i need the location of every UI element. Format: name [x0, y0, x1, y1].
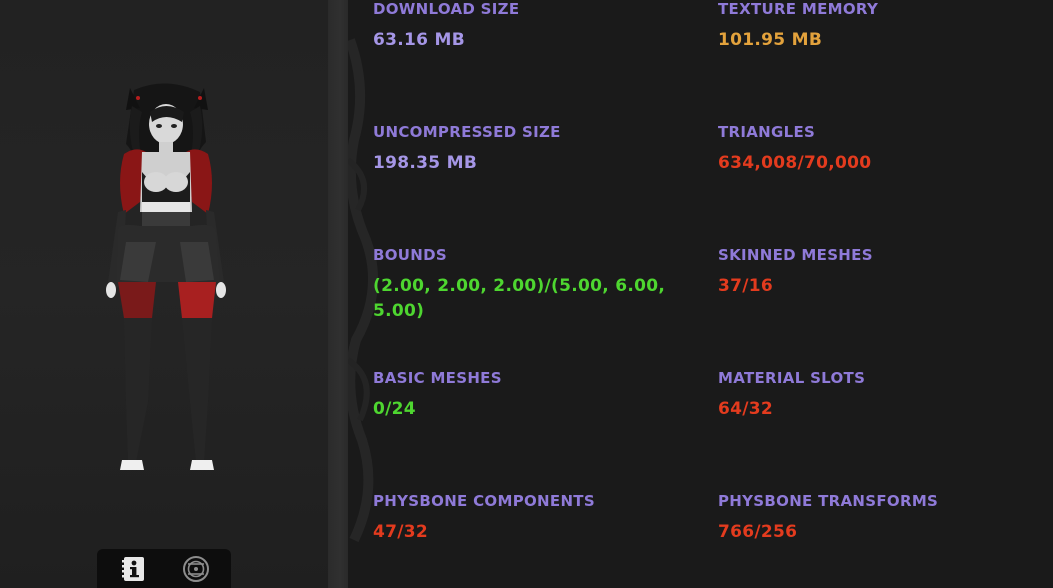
info-icon [122, 557, 144, 581]
stat-label: PHYSBONE TRANSFORMS [718, 492, 939, 510]
stat-physbone-transforms: PHYSBONE TRANSFORMS 766/256 [718, 492, 1018, 545]
stat-skinned-meshes: SKINNED MESHES 37/16 [718, 246, 1018, 299]
stat-value: 64/32 [718, 399, 774, 419]
stat-value: 634,008/70,000 [718, 153, 872, 173]
avatar-stats-icon [183, 556, 209, 582]
stat-download-size: DOWNLOAD SIZE 63.16 MB [373, 0, 673, 53]
stat-label: MATERIAL SLOTS [718, 369, 866, 387]
stat-value: 198.35 MB [373, 153, 478, 173]
stat-label: PHYSBONE COMPONENTS [373, 492, 595, 510]
stat-label: BASIC MESHES [373, 369, 502, 387]
stat-label: UNCOMPRESSED SIZE [373, 123, 561, 141]
stat-label: SKINNED MESHES [718, 246, 873, 264]
stat-texture-memory: TEXTURE MEMORY 101.95 MB [718, 0, 1018, 53]
stat-uncompressed-size: UNCOMPRESSED SIZE 198.35 MB [373, 123, 673, 176]
stat-value: 47/32 [373, 522, 429, 542]
stat-triangles: TRIANGLES 634,008/70,000 [718, 123, 1018, 176]
stat-value: (2.00, 2.00, 2.00)/(5.00, 6.00, 5.00) [373, 276, 666, 321]
stat-material-slots: MATERIAL SLOTS 64/32 [718, 369, 1018, 422]
panel-divider [328, 0, 348, 588]
stat-label: TRIANGLES [718, 123, 816, 141]
stat-value: 766/256 [718, 522, 798, 542]
preview-tab-bar [97, 549, 231, 588]
info-tab-button[interactable] [118, 554, 148, 584]
stat-label: DOWNLOAD SIZE [373, 0, 520, 18]
stat-value: 101.95 MB [718, 30, 823, 50]
avatar-preview-panel [0, 0, 328, 588]
stat-basic-meshes: BASIC MESHES 0/24 [373, 369, 673, 422]
performance-stats-panel: DOWNLOAD SIZE 63.16 MB TEXTURE MEMORY 101.9… [348, 0, 1053, 588]
stat-value: 0/24 [373, 399, 416, 419]
stat-value: 37/16 [718, 276, 774, 296]
stat-physbone-components: PHYSBONE COMPONENTS 47/32 [373, 492, 673, 545]
stat-value: 63.16 MB [373, 30, 465, 50]
avatar-preview-image [106, 83, 226, 470]
avatar-stats-tab-button[interactable] [181, 554, 211, 584]
stat-label: TEXTURE MEMORY [718, 0, 879, 18]
avatar-performance-window: DOWNLOAD SIZE 63.16 MB TEXTURE MEMORY 101.9… [0, 0, 1053, 588]
stat-label: BOUNDS [373, 246, 447, 264]
stat-bounds: BOUNDS (2.00, 2.00, 2.00)/(5.00, 6.00, 5.… [373, 246, 673, 324]
